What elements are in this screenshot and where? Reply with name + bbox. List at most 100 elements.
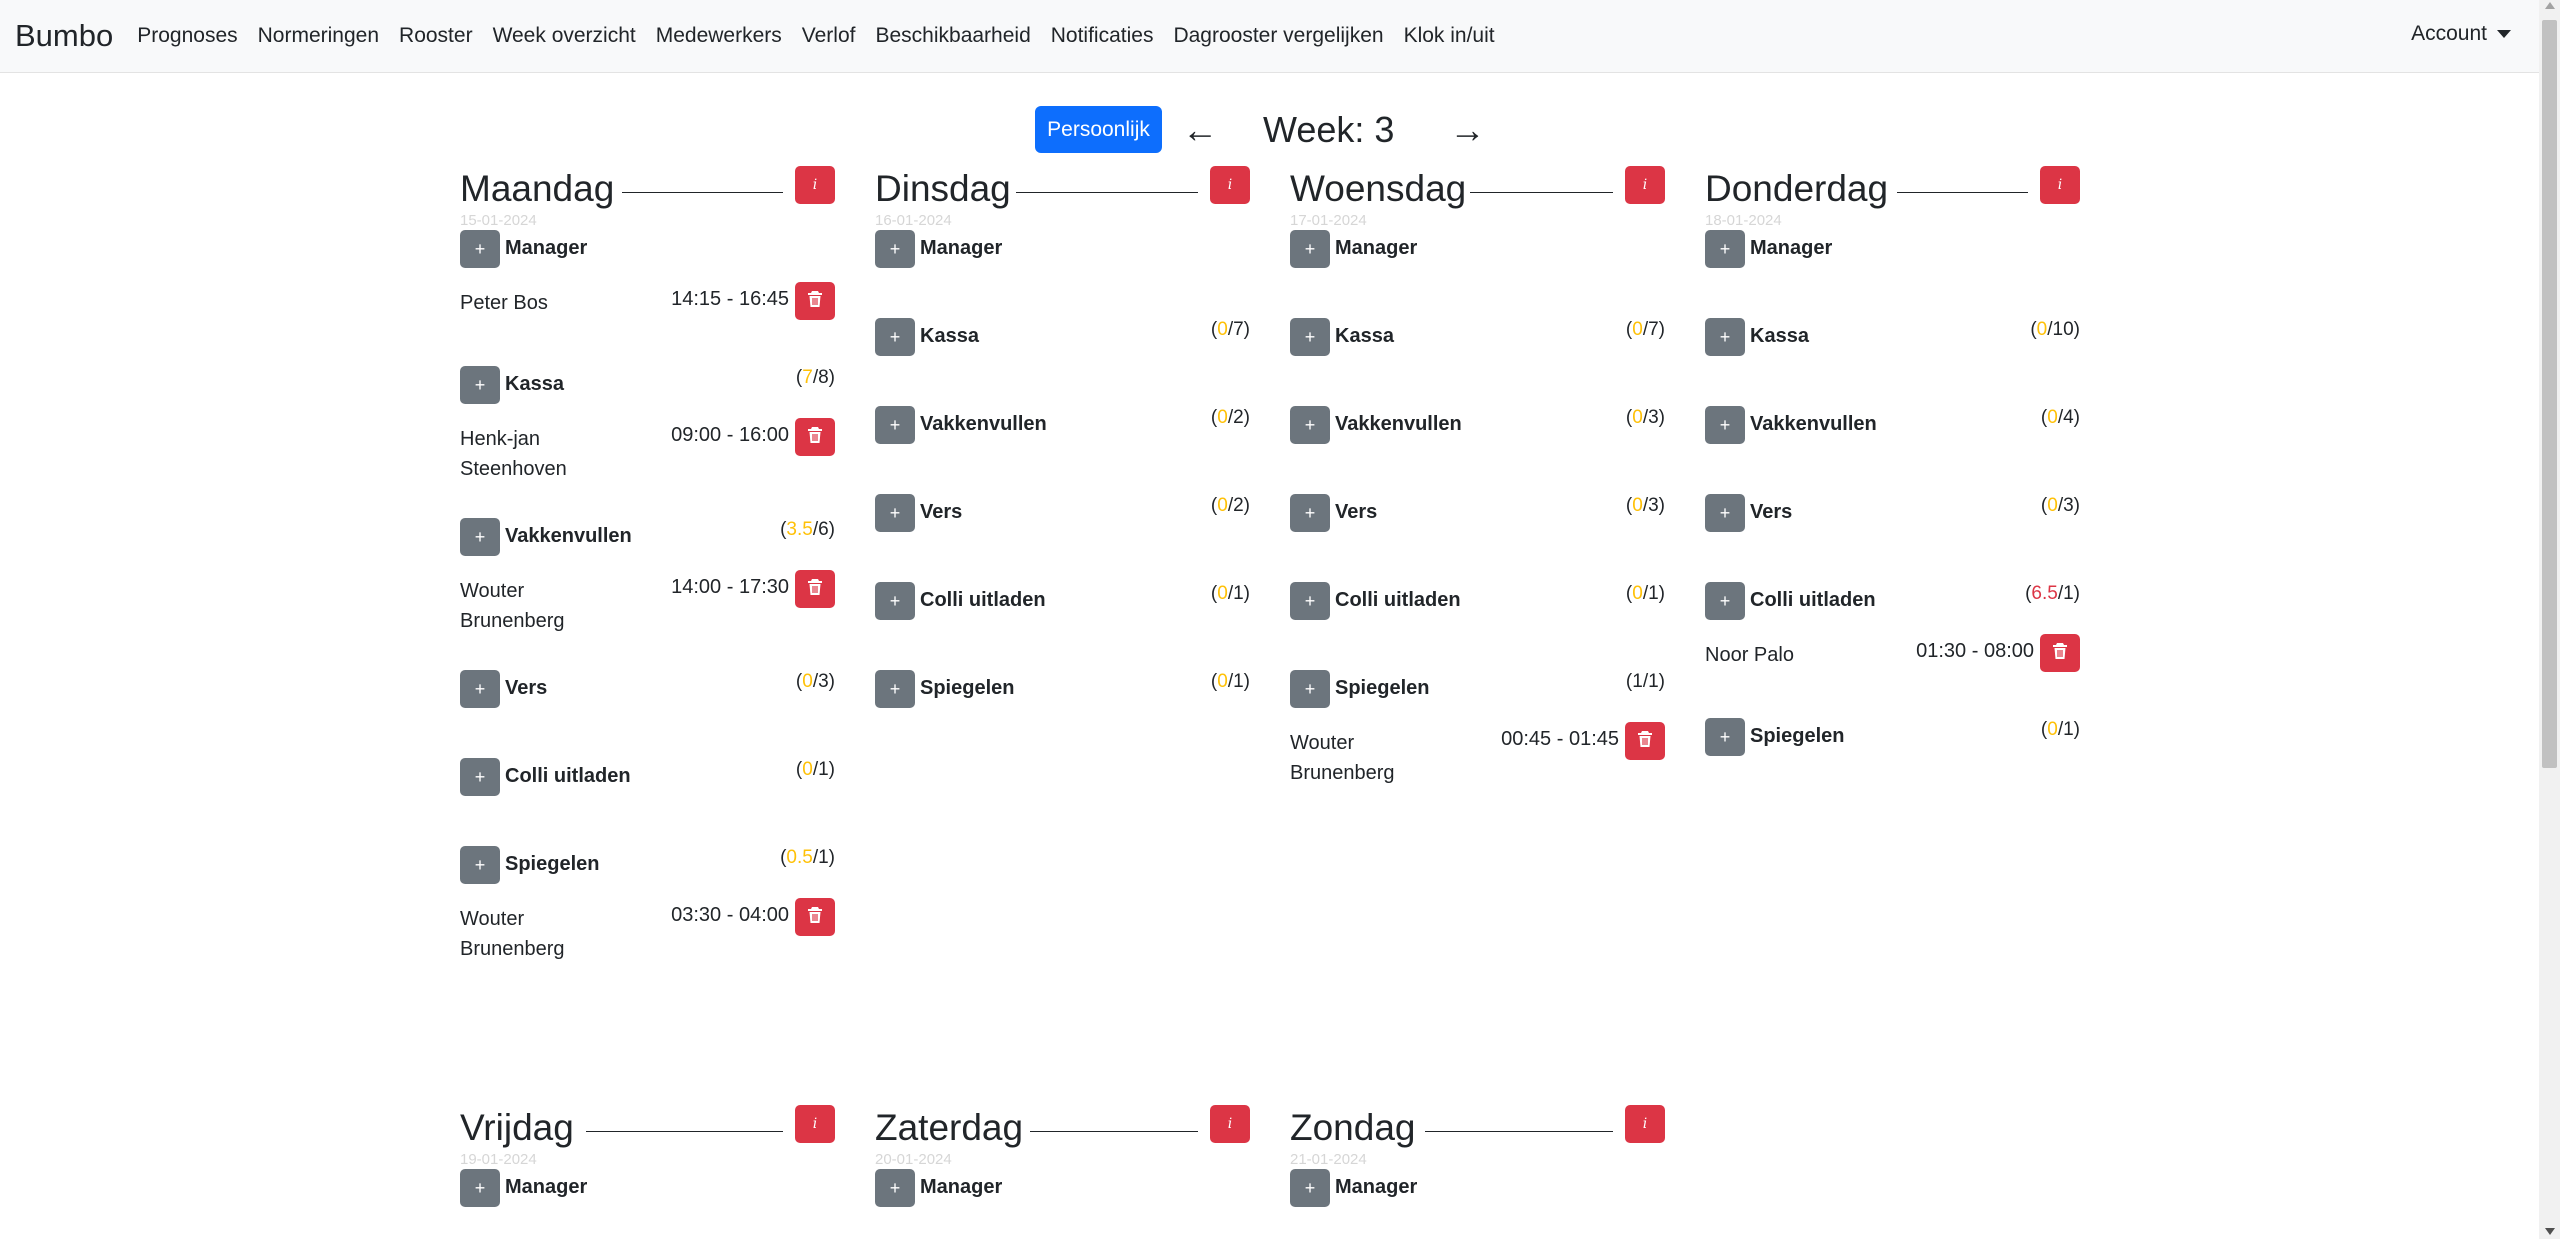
department-name: Vakkenvullen (1335, 413, 1462, 435)
add-shift-button[interactable]: + (1290, 494, 1330, 532)
info-button[interactable]: i (795, 1105, 835, 1143)
department-name: Vers (1335, 501, 1378, 523)
info-button[interactable]: i (1210, 1105, 1250, 1143)
count-value: 0 (1632, 319, 1643, 340)
add-shift-button[interactable]: + (875, 1169, 915, 1207)
count-total: /6) (812, 519, 835, 540)
department-row: + Manager (1705, 230, 2080, 268)
count-total: /1) (1227, 671, 1250, 692)
scroll-down-arrow-icon[interactable] (2545, 1228, 2555, 1235)
shift-row: Wouter Brunenberg 00:45 - 01:45 (1290, 722, 1665, 796)
info-button[interactable]: i (795, 166, 835, 204)
count-total: /3) (1642, 495, 1665, 516)
department-row: + Vers (0/2) (875, 494, 1250, 532)
add-shift-button[interactable]: + (875, 494, 915, 532)
nav-link-dagrooster-vergelijken[interactable]: Dagrooster vergelijken (1173, 24, 1383, 48)
info-button[interactable]: i (1625, 166, 1665, 204)
page-scrollbar[interactable] (2539, 0, 2560, 1239)
count-value: 0 (1632, 407, 1643, 428)
add-shift-button[interactable]: + (460, 670, 500, 708)
add-shift-button[interactable]: + (875, 670, 915, 708)
nav-link-normeringen[interactable]: Normeringen (258, 24, 379, 48)
delete-shift-button[interactable] (2040, 634, 2080, 672)
day-header: Donderdag i (1705, 166, 2080, 212)
add-shift-button[interactable]: + (1290, 1169, 1330, 1207)
nav-link-klok-in-uit[interactable]: Klok in/uit (1404, 24, 1495, 48)
day-header: Maandag i (460, 166, 835, 212)
department-count: (0/3) (1626, 495, 1665, 517)
info-button[interactable]: i (2040, 166, 2080, 204)
delete-shift-button[interactable] (795, 282, 835, 320)
department-row: + Colli uitladen (0/1) (460, 758, 835, 796)
add-shift-button[interactable]: + (460, 758, 500, 796)
add-shift-button[interactable]: + (1705, 230, 1745, 268)
account-dropdown[interactable]: Account (2411, 22, 2511, 46)
info-button[interactable]: i (1210, 166, 1250, 204)
day-column-zaterdag: Zaterdag i 20-01-2024 + Manager (875, 1105, 1250, 1239)
department-count: (0/3) (796, 671, 835, 693)
day-date: 21-01-2024 (1290, 1151, 1367, 1168)
department-count: (0/1) (1626, 583, 1665, 605)
add-shift-button[interactable]: + (1705, 406, 1745, 444)
department-count: (6.5/1) (2025, 583, 2080, 605)
delete-shift-button[interactable] (795, 898, 835, 936)
department-name: Kassa (1335, 325, 1394, 347)
add-shift-button[interactable]: + (1705, 494, 1745, 532)
scroll-up-arrow-icon[interactable] (2545, 2, 2555, 9)
count-total: /10) (2047, 319, 2080, 340)
delete-shift-button[interactable] (795, 418, 835, 456)
shift-time: 03:30 - 04:00 (671, 904, 789, 926)
nav-link-verlof[interactable]: Verlof (802, 24, 856, 48)
add-shift-button[interactable]: + (875, 318, 915, 356)
count-total: /1) (2057, 719, 2080, 740)
info-button[interactable]: i (1625, 1105, 1665, 1143)
add-shift-button[interactable]: + (1290, 230, 1330, 268)
day-divider-line (586, 1131, 783, 1132)
add-shift-button[interactable]: + (875, 582, 915, 620)
department-row: + Kassa (7/8) (460, 366, 835, 404)
nav-link-prognoses[interactable]: Prognoses (137, 24, 237, 48)
department-name: Manager (920, 1176, 1003, 1198)
department-row: + Vakkenvullen (0/2) (875, 406, 1250, 444)
add-shift-button[interactable]: + (875, 406, 915, 444)
add-shift-button[interactable]: + (1705, 718, 1745, 756)
add-shift-button[interactable]: + (1290, 318, 1330, 356)
add-shift-button[interactable]: + (460, 846, 500, 884)
scrollbar-thumb[interactable] (2542, 20, 2557, 768)
add-shift-button[interactable]: + (1705, 318, 1745, 356)
add-shift-button[interactable]: + (460, 230, 500, 268)
add-shift-button[interactable]: + (460, 366, 500, 404)
add-shift-button[interactable]: + (1705, 582, 1745, 620)
delete-shift-button[interactable] (1625, 722, 1665, 760)
add-shift-button[interactable]: + (460, 1169, 500, 1207)
department-name: Vers (505, 677, 548, 699)
nav-link-notificaties[interactable]: Notificaties (1051, 24, 1154, 48)
prev-week-arrow-icon[interactable]: ← (1182, 109, 1218, 151)
next-week-arrow-icon[interactable]: → (1449, 109, 1485, 151)
add-shift-button[interactable]: + (1290, 582, 1330, 620)
department-row: + Colli uitladen (0/1) (875, 582, 1250, 620)
add-shift-button[interactable]: + (1290, 406, 1330, 444)
department-row: + Kassa (0/10) (1705, 318, 2080, 356)
add-shift-button[interactable]: + (1290, 670, 1330, 708)
nav-link-week-overzicht[interactable]: Week overzicht (493, 24, 636, 48)
delete-shift-button[interactable] (795, 570, 835, 608)
brand-logo[interactable]: Bumbo (15, 18, 113, 54)
department-row: + Manager (460, 1169, 835, 1207)
add-shift-button[interactable]: + (460, 518, 500, 556)
nav-link-beschikbaarheid[interactable]: Beschikbaarheid (875, 24, 1030, 48)
nav-link-rooster[interactable]: Rooster (399, 24, 473, 48)
nav-link-medewerkers[interactable]: Medewerkers (656, 24, 782, 48)
department-count: (0/10) (2030, 319, 2080, 341)
persoonlijk-button[interactable]: Persoonlijk (1035, 106, 1162, 153)
add-shift-button[interactable]: + (875, 230, 915, 268)
count-value: 0 (1217, 495, 1228, 516)
day-divider-line (1470, 192, 1613, 193)
